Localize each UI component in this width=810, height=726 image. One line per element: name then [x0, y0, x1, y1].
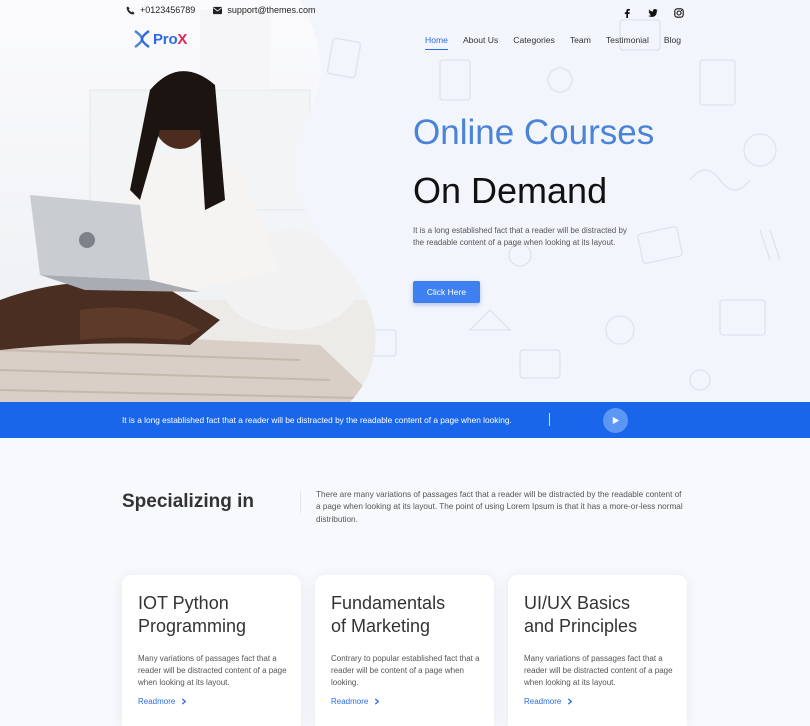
- phone-number: +0123456789: [140, 5, 196, 15]
- nav-categories[interactable]: Categories: [513, 35, 555, 50]
- chevron-right-icon: [568, 698, 573, 705]
- readmore-link[interactable]: Readmore: [138, 697, 187, 706]
- course-card-iot-python[interactable]: IOT Python Programming Many variations of…: [122, 575, 301, 726]
- nav-home[interactable]: Home: [425, 35, 448, 50]
- nav-blog[interactable]: Blog: [664, 35, 681, 50]
- specializing-description: There are many variations of passages fa…: [316, 490, 683, 524]
- hero-title-line1: Online Courses: [413, 113, 655, 152]
- readmore-link[interactable]: Readmore: [331, 697, 380, 706]
- card-title: IOT Python Programming: [138, 593, 247, 636]
- click-here-button[interactable]: Click Here: [413, 281, 480, 303]
- facebook-icon[interactable]: [622, 5, 632, 18]
- chevron-right-icon: [182, 698, 187, 705]
- hero-photo: [0, 0, 376, 402]
- banner-text: It is a long established fact that a rea…: [122, 415, 512, 425]
- nav-testimonial[interactable]: Testimonial: [606, 35, 649, 50]
- card-description: Many variations of passages fact that a …: [138, 654, 287, 687]
- banner-divider: [549, 413, 550, 426]
- phone-contact[interactable]: +0123456789: [126, 5, 195, 15]
- hero-description: It is a long established fact that a rea…: [413, 226, 627, 247]
- play-icon: [612, 416, 620, 425]
- contact-bar: +0123456789 support@themes.com: [126, 5, 315, 15]
- email-address: support@themes.com: [227, 5, 316, 15]
- play-button[interactable]: [603, 408, 628, 433]
- twitter-icon[interactable]: [648, 5, 658, 17]
- phone-icon: [126, 5, 135, 15]
- specializing-divider: [300, 491, 301, 513]
- hero-section: +0123456789 support@themes.com ProX Home…: [0, 0, 810, 402]
- envelope-icon: [213, 6, 223, 14]
- nav-team[interactable]: Team: [570, 35, 591, 50]
- nav-about-us[interactable]: About Us: [463, 35, 498, 50]
- readmore-link[interactable]: Readmore: [524, 697, 573, 706]
- email-contact[interactable]: support@themes.com: [213, 5, 315, 15]
- brand-logo[interactable]: ProX: [134, 30, 187, 48]
- social-links: [622, 5, 684, 18]
- hero-title-line2: On Demand: [413, 170, 608, 211]
- main-nav: Home About Us Categories Team Testimonia…: [425, 35, 681, 50]
- info-banner: It is a long established fact that a rea…: [0, 402, 810, 438]
- card-description: Many variations of passages fact that a …: [524, 654, 673, 687]
- prox-logo-icon: [134, 30, 150, 48]
- card-title: Fundamentals of Marketing: [331, 593, 446, 636]
- specializing-title: Specializing in: [122, 491, 254, 512]
- card-description: Contrary to popular established fact tha…: [331, 654, 480, 687]
- course-card-marketing[interactable]: Fundamentals of Marketing Contrary to pop…: [315, 575, 494, 726]
- card-title: UI/UX Basics and Principles: [524, 593, 638, 636]
- chevron-right-icon: [375, 698, 380, 705]
- instagram-icon[interactable]: [674, 5, 684, 18]
- course-card-uiux[interactable]: UI/UX Basics and Principles Many variatio…: [508, 575, 687, 726]
- brand-name: ProX: [153, 30, 188, 48]
